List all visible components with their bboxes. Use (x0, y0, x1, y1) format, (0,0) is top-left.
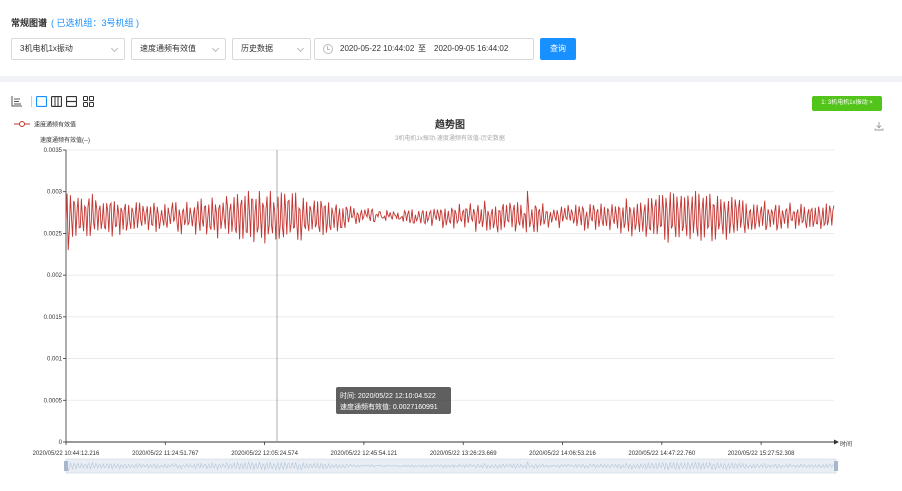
x-tick-label: 2020/05/22 12:45:54.121 (331, 451, 398, 457)
chart-subtitle: 3机电机1x振动-速度通频有效值-历史数据 (395, 134, 505, 142)
tooltip-value: 速度通频有效值: 0.0027160991 (340, 402, 438, 411)
x-tick-label: 2020/05/22 15:27:52.308 (728, 451, 795, 457)
x-tick-label: 2020/05/22 13:26:23.669 (430, 451, 497, 457)
legend-marker (19, 121, 25, 127)
y-axis-label: 速度通频有效值(--) (40, 136, 90, 144)
zoom-handle-left[interactable] (64, 461, 68, 471)
x-tick-label: 2020/05/22 14:47:22.760 (628, 451, 695, 457)
y-tick-label: 0.001 (47, 357, 63, 363)
x-axis-label: 时间 (840, 440, 852, 448)
x-tick-label: 2020/05/22 10:44:12.216 (33, 451, 100, 457)
tooltip-time: 时间: 2020/05/22 12:10:04.522 (340, 391, 436, 400)
y-tick-label: 0.0005 (44, 398, 63, 404)
y-tick-label: 0.003 (47, 190, 63, 196)
x-tick-label: 2020/05/22 11:24:51.767 (132, 451, 199, 457)
y-tick-label: 0 (59, 440, 63, 446)
trend-chart[interactable]: 速度通频有效值 趋势图 3机电机1x振动-速度通频有效值-历史数据 速度通频有效… (0, 0, 902, 491)
legend[interactable]: 速度通频有效值 (14, 121, 76, 129)
y-tick-label: 0.0015 (44, 315, 63, 321)
x-tick-label: 2020/05/22 14:06:53.216 (529, 451, 596, 457)
zoom-slider[interactable] (64, 458, 838, 474)
series-line[interactable] (65, 190, 835, 251)
x-tick-label: 2020/05/22 12:05:24.574 (231, 451, 298, 457)
x-axis-arrow (834, 439, 839, 445)
y-tick-label: 0.0035 (44, 148, 63, 154)
y-tick-label: 0.0025 (44, 231, 63, 237)
chart-title: 趋势图 (435, 118, 465, 131)
zoom-handle-right[interactable] (834, 461, 838, 471)
y-tick-label: 0.002 (47, 273, 63, 279)
tooltip: 时间: 2020/05/22 12:10:04.522 速度通频有效值: 0.0… (336, 387, 451, 414)
legend-label: 速度通频有效值 (34, 121, 76, 129)
